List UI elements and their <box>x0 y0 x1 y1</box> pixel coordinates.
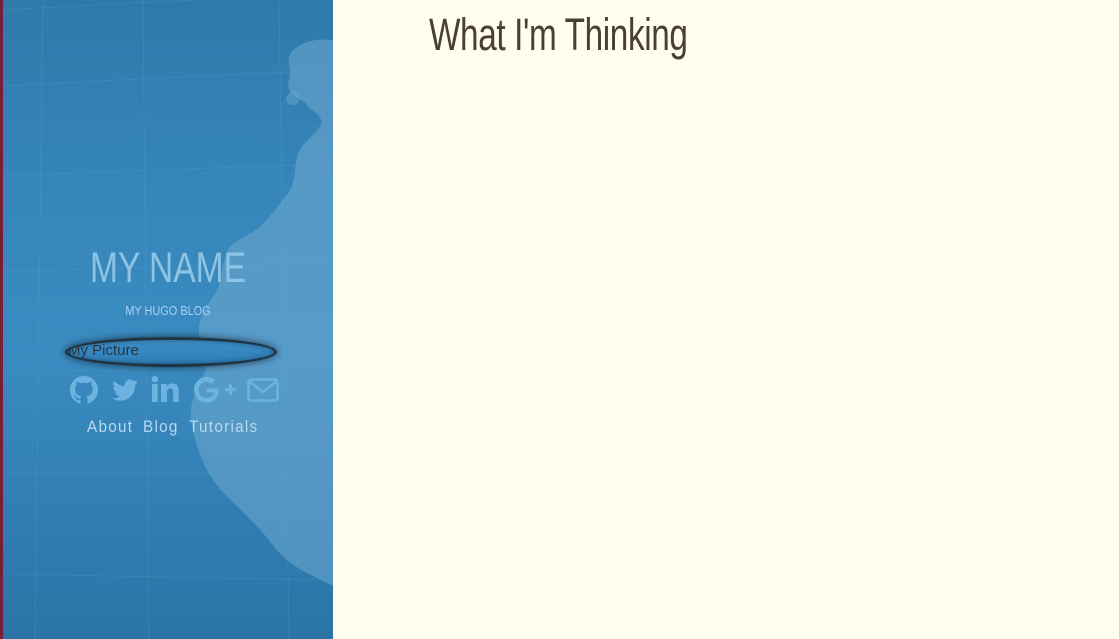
main-content: What I'm Thinking <box>333 0 1119 639</box>
twitter-icon[interactable] <box>110 374 140 406</box>
google-plus-icon[interactable] <box>192 374 238 406</box>
page-title: What I'm Thinking <box>429 9 688 60</box>
avatar-alt-text: My Picture <box>68 342 139 359</box>
avatar: My Picture <box>65 337 277 367</box>
nav-link-about[interactable]: About <box>87 416 133 438</box>
envelope-icon[interactable] <box>246 374 280 406</box>
nav-link-blog[interactable]: Blog <box>143 416 179 438</box>
site-subtitle: MY HUGO BLOG <box>125 303 211 318</box>
sidebar-nav: About Blog Tutorials <box>87 416 277 438</box>
site-title[interactable]: MY NAME <box>39 242 296 294</box>
nav-link-tutorials[interactable]: Tutorials <box>189 416 258 438</box>
sidebar-content: MY NAME MY HUGO BLOG My Picture About Bl… <box>3 0 333 639</box>
sidebar: MY NAME MY HUGO BLOG My Picture About Bl… <box>3 0 333 639</box>
social-links <box>68 374 280 408</box>
github-icon[interactable] <box>68 374 100 406</box>
linkedin-icon[interactable] <box>150 374 182 406</box>
